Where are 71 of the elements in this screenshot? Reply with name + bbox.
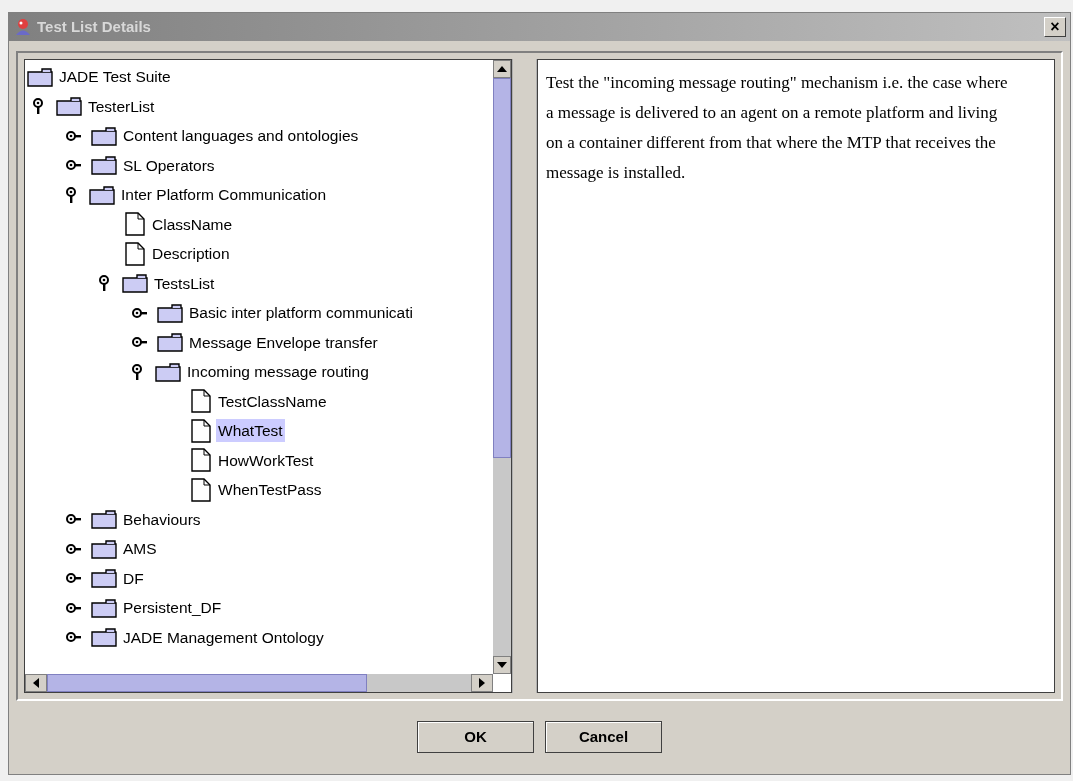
collapsed-handle-icon[interactable] xyxy=(131,305,147,320)
tree-node[interactable]: WhatTest xyxy=(216,419,285,443)
dialog-button[interactable]: OK xyxy=(417,721,534,753)
collapsed-handle-icon[interactable] xyxy=(65,512,81,527)
expanded-handle-icon[interactable] xyxy=(32,97,46,116)
folder-icon xyxy=(157,302,183,323)
expanded-handle-icon[interactable] xyxy=(131,362,145,381)
folder-icon xyxy=(27,66,53,87)
scroll-left-button[interactable] xyxy=(25,674,47,692)
scroll-right-button[interactable] xyxy=(471,674,493,692)
description-text: Test the "incoming message routing" mechanism i.e. the case where a message is delivered to an agent on a remote platform and living on a container different from that where the MTP that receives the message is installed. xyxy=(546,72,1009,184)
collapsed-handle-icon[interactable] xyxy=(65,630,81,645)
document-icon xyxy=(124,212,146,237)
document-icon xyxy=(190,448,212,473)
collapsed-handle-icon[interactable] xyxy=(65,158,81,173)
tree-node[interactable]: SL Operators xyxy=(121,153,217,177)
tree-node[interactable]: TestsList xyxy=(152,271,217,295)
folder-icon xyxy=(56,96,82,117)
collapsed-handle-icon[interactable] xyxy=(65,541,81,556)
document-icon xyxy=(190,418,212,443)
scroll-thumb[interactable] xyxy=(493,78,511,458)
tree-node[interactable]: ClassName xyxy=(150,212,235,236)
up-arrow-icon xyxy=(497,66,507,72)
right-arrow-icon xyxy=(479,678,485,688)
tree-node[interactable]: Basic inter platform communicati xyxy=(187,301,415,325)
tree-node[interactable]: JADE Management Ontology xyxy=(121,625,326,649)
folder-icon xyxy=(91,568,117,589)
tree-node[interactable]: Incoming message routing xyxy=(185,360,371,384)
tree-node[interactable]: Inter Platform Communication xyxy=(119,183,329,207)
folder-icon xyxy=(91,597,117,618)
scroll-down-button[interactable] xyxy=(493,656,511,674)
scroll-thumb[interactable] xyxy=(47,674,367,692)
tree-node[interactable]: HowWorkTest xyxy=(216,448,316,472)
collapsed-handle-icon[interactable] xyxy=(65,571,81,586)
app-icon xyxy=(13,17,33,37)
document-icon xyxy=(190,389,212,414)
expanded-handle-icon[interactable] xyxy=(98,274,112,293)
tree-node[interactable]: Content languages and ontologies xyxy=(121,124,361,148)
collapsed-handle-icon[interactable] xyxy=(65,600,81,615)
tree-node[interactable]: TesterList xyxy=(86,94,157,118)
tree-node[interactable]: Message Envelope transfer xyxy=(187,330,380,354)
folder-icon xyxy=(91,627,117,648)
collapsed-handle-icon[interactable] xyxy=(131,335,147,350)
tree-node[interactable]: DF xyxy=(121,566,146,590)
tree-node[interactable]: Behaviours xyxy=(121,507,203,531)
folder-icon xyxy=(157,332,183,353)
window-title: Test List Details xyxy=(37,16,151,37)
document-icon xyxy=(124,241,146,266)
folder-icon xyxy=(155,361,181,382)
down-arrow-icon xyxy=(497,662,507,668)
close-button[interactable]: × xyxy=(1044,17,1066,37)
tree-node[interactable]: Persistent_DF xyxy=(121,596,224,620)
tree-node[interactable]: TestClassName xyxy=(216,389,329,413)
tree-node[interactable]: AMS xyxy=(121,537,159,561)
horizontal-scrollbar[interactable] xyxy=(25,674,493,692)
vertical-scrollbar[interactable] xyxy=(493,60,511,674)
dialog-button[interactable]: Cancel xyxy=(545,721,662,753)
tree-node[interactable]: Description xyxy=(150,242,232,266)
tree-node[interactable]: WhenTestPass xyxy=(216,478,324,502)
folder-icon xyxy=(122,273,148,294)
document-icon xyxy=(190,477,212,502)
folder-icon xyxy=(91,155,117,176)
expanded-handle-icon[interactable] xyxy=(65,185,79,204)
left-arrow-icon xyxy=(33,678,39,688)
folder-icon xyxy=(91,509,117,530)
scroll-up-button[interactable] xyxy=(493,60,511,78)
folder-icon xyxy=(89,184,115,205)
tree-node[interactable]: JADE Test Suite xyxy=(57,65,173,89)
folder-icon xyxy=(91,125,117,146)
collapsed-handle-icon[interactable] xyxy=(65,128,81,143)
folder-icon xyxy=(91,538,117,559)
